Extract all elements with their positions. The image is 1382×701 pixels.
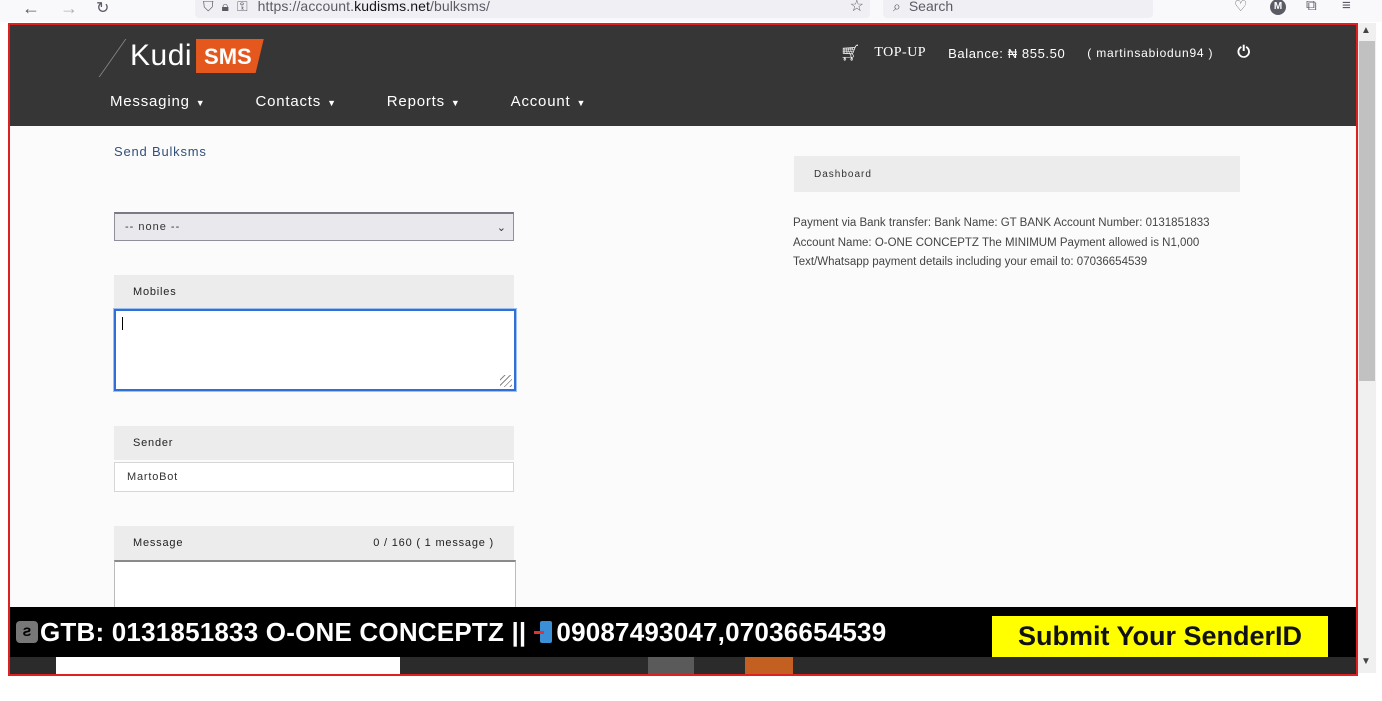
caret-down-icon: ▼ xyxy=(576,98,587,108)
search-placeholder: Search xyxy=(908,0,954,14)
nav-reports[interactable]: Reports ▼ xyxy=(387,93,461,110)
scroll-up-arrow-icon[interactable]: ▲ xyxy=(1361,25,1371,36)
caret-down-icon: ▼ xyxy=(327,98,337,108)
profile-avatar[interactable]: M xyxy=(1270,0,1286,15)
pocket-icon[interactable]: ♡ xyxy=(1234,0,1247,15)
mobiles-textarea[interactable] xyxy=(114,309,516,391)
nav-messaging[interactable]: Messaging ▼ xyxy=(110,93,205,110)
balance-display: Balance: ₦ 855.50 xyxy=(948,45,1066,61)
group-select[interactable]: -- none -- ⌄ xyxy=(114,212,514,241)
site-header: Kudi SMS 🛒︎ TOP-UP Balance: ₦ 855.50 ( m… xyxy=(10,25,1356,126)
caret-down-icon: ▼ xyxy=(195,98,206,108)
main-nav: Messaging ▼ Contacts ▼ Reports ▼ Account ▼ xyxy=(110,93,636,110)
menu-icon[interactable]: ≡ xyxy=(1342,0,1351,14)
send-bulksms-link[interactable]: Send Bulksms xyxy=(114,144,207,159)
sender-label: Sender xyxy=(114,426,514,460)
sender-input[interactable]: MartoBot xyxy=(114,462,514,492)
page-frame: Kudi SMS 🛒︎ TOP-UP Balance: ₦ 855.50 ( m… xyxy=(8,23,1358,676)
reload-icon[interactable]: ↻ xyxy=(96,0,109,18)
browser-search-box[interactable]: ⌕ Search xyxy=(883,0,1153,18)
strip-block xyxy=(56,657,400,674)
main-content: Send Bulksms -- none -- ⌄ Mobiles Sender… xyxy=(10,126,1356,674)
bank-icon: ƨ xyxy=(16,621,38,643)
nav-account[interactable]: Account ▼ xyxy=(511,93,587,110)
search-icon: ⌕ xyxy=(893,0,901,14)
forward-arrow-icon[interactable]: → xyxy=(60,0,78,19)
group-select-value: -- none -- xyxy=(125,221,181,233)
account-bar: 🛒︎ TOP-UP Balance: ₦ 855.50 ( martinsabi… xyxy=(840,43,1250,63)
cart-icon[interactable]: 🛒︎ xyxy=(840,43,860,63)
text-cursor xyxy=(122,317,123,330)
strip-block xyxy=(745,657,793,674)
topup-link[interactable]: TOP-UP xyxy=(874,45,926,61)
logo-slash xyxy=(98,39,127,77)
shield-icon[interactable]: ⛉ xyxy=(203,0,214,15)
payment-info: Payment via Bank transfer: Bank Name: GT… xyxy=(793,217,1210,268)
logo-kudi-text: Kudi xyxy=(130,39,193,72)
key-icon[interactable]: ⚿ xyxy=(237,0,248,15)
extensions-icon[interactable]: ⧉ xyxy=(1306,0,1317,14)
lock-icon[interactable]: 🔒︎ xyxy=(222,0,229,15)
strip-block xyxy=(648,657,694,674)
dashboard-header: Dashboard xyxy=(794,156,1240,192)
scroll-down-arrow-icon[interactable]: ▼ xyxy=(1361,656,1371,667)
nav-contacts[interactable]: Contacts ▼ xyxy=(255,93,336,110)
scrollbar-thumb[interactable] xyxy=(1359,41,1375,381)
resize-handle-icon[interactable] xyxy=(500,375,512,387)
chevron-down-icon: ⌄ xyxy=(496,221,507,234)
background-strip xyxy=(10,657,1356,674)
vertical-scrollbar[interactable]: ▲ ▼ xyxy=(1358,23,1376,673)
ticker-bank-text: GTB: 0131851833 O-ONE CONCEPTZ || xyxy=(40,616,527,647)
username-link[interactable]: ( martinsabiodun94 ) xyxy=(1087,46,1213,60)
caret-down-icon: ▼ xyxy=(450,98,461,108)
kudisms-logo[interactable]: Kudi SMS xyxy=(98,35,264,77)
address-bar[interactable]: ⛉ 🔒︎ ⚿ https://account.kudisms.net/bulks… xyxy=(195,0,870,18)
message-label-bar: Message 0 / 160 ( 1 message ) xyxy=(114,526,514,560)
mobiles-label: Mobiles xyxy=(114,275,514,309)
message-counter: 0 / 160 ( 1 message ) xyxy=(373,537,494,549)
logo-sms-text: SMS xyxy=(196,39,264,73)
back-arrow-icon[interactable]: ← xyxy=(22,0,40,19)
promo-ticker: ƨ GTB: 0131851833 O-ONE CONCEPTZ || 0908… xyxy=(10,607,1356,657)
bookmark-star-icon[interactable]: ☆ xyxy=(850,0,864,16)
submit-senderid-button[interactable]: Submit Your SenderID xyxy=(992,616,1328,657)
url-text[interactable]: https://account.kudisms.net/bulksms/ xyxy=(258,0,490,14)
phone-icon xyxy=(534,621,553,643)
message-label: Message xyxy=(133,537,184,549)
ticker-phone-text: 09087493047,07036654539 xyxy=(556,616,887,647)
power-icon[interactable]: ⏻ xyxy=(1237,44,1250,62)
browser-toolbar: ← → ↻ ⛉ 🔒︎ ⚿ https://account.kudisms.net… xyxy=(0,0,1382,22)
